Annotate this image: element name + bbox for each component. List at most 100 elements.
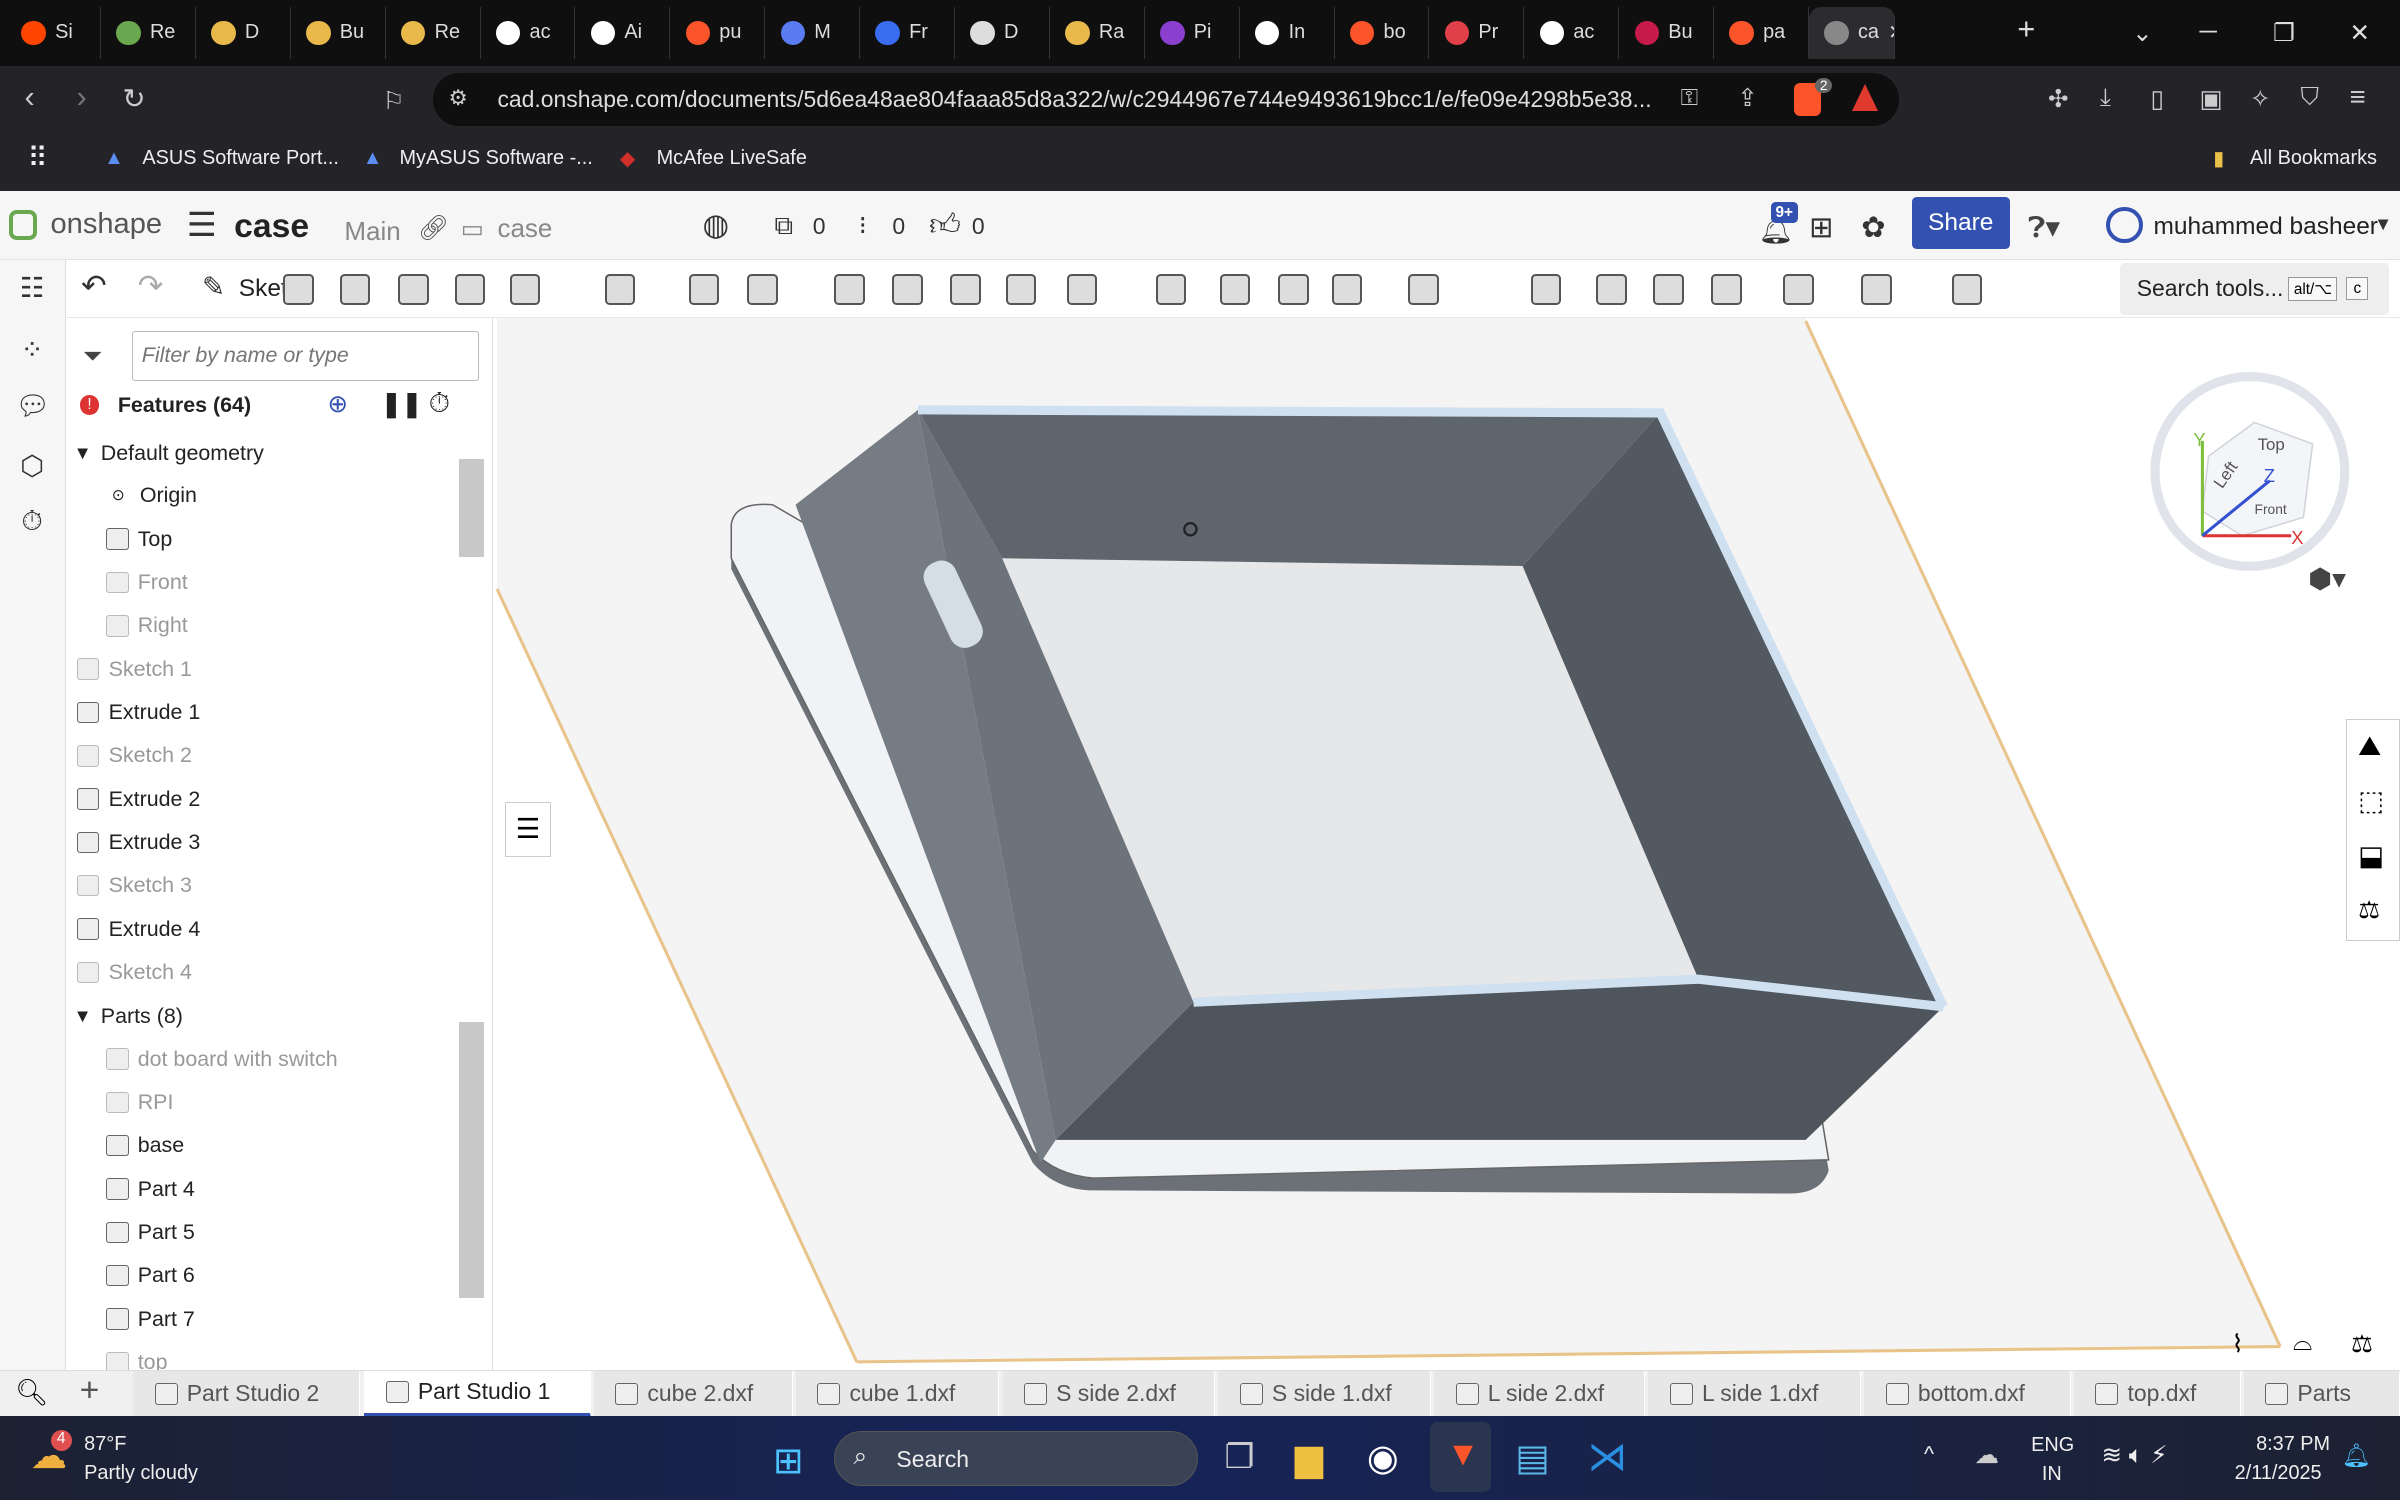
onedrive-icon[interactable]: ☁ bbox=[1974, 1440, 1998, 1470]
balance-icon[interactable]: ⚖ bbox=[2351, 1329, 2373, 1359]
feature-tool-icon[interactable] bbox=[1278, 273, 1309, 305]
sidebar-icon[interactable]: ▯ bbox=[2150, 84, 2163, 114]
browser-tab[interactable]: Pi bbox=[1145, 6, 1240, 59]
extensions-icon[interactable]: ✣ bbox=[2048, 84, 2069, 114]
feature-tool-icon[interactable] bbox=[397, 273, 429, 305]
all-bookmarks[interactable]: All Bookmarks bbox=[2250, 147, 2377, 170]
folder-label[interactable]: case bbox=[497, 213, 552, 244]
parts-group[interactable]: ▼ Parts (8) bbox=[73, 995, 182, 1038]
document-tab[interactable]: cube 2.dxf bbox=[593, 1370, 793, 1417]
feature-tool-icon[interactable] bbox=[1653, 273, 1684, 305]
clock-date[interactable]: 2/11/2025 bbox=[2235, 1462, 2322, 1485]
mass-properties-icon[interactable]: ⚖ bbox=[2358, 895, 2380, 925]
search-tabs-icon[interactable]: 🔍︎ bbox=[15, 1377, 48, 1408]
document-tab[interactable]: Part Studio 2 bbox=[133, 1370, 360, 1417]
browser-tab[interactable]: In bbox=[1240, 6, 1335, 59]
pause-icon[interactable]: ❚❚ bbox=[381, 389, 422, 419]
avatar[interactable] bbox=[2106, 206, 2143, 244]
document-tab[interactable]: S side 2.dxf bbox=[1002, 1370, 1216, 1417]
browser-tab[interactable]: Bu bbox=[291, 6, 386, 59]
language-label[interactable]: ENG bbox=[2031, 1434, 2074, 1457]
browser-tab[interactable]: Ai bbox=[575, 6, 671, 59]
reload-icon[interactable]: ↻ bbox=[122, 83, 145, 115]
feature-item[interactable]: Sketch 4 bbox=[76, 951, 192, 994]
add-folder-icon[interactable]: ⊕ bbox=[328, 389, 349, 419]
document-tab[interactable]: Parts bbox=[2243, 1370, 2400, 1417]
browser-tab[interactable]: ac bbox=[1524, 6, 1620, 59]
key-icon[interactable]: ⚿ bbox=[1681, 84, 1698, 111]
file-explorer-icon[interactable]: ▆ bbox=[1295, 1436, 1323, 1479]
part-item[interactable]: Part 4 bbox=[105, 1168, 195, 1211]
feature-tool-icon[interactable] bbox=[454, 273, 486, 305]
feature-tool-icon[interactable] bbox=[604, 273, 636, 305]
wifi-volume-battery-icons[interactable]: ≋ 🔈︎ ⚡︎ bbox=[2102, 1440, 2168, 1470]
browser-tab[interactable]: Re bbox=[101, 6, 196, 59]
browser-tab[interactable]: M bbox=[765, 6, 861, 59]
feature-tool-icon[interactable] bbox=[1783, 273, 1814, 305]
versions-icon[interactable]: ⧉ bbox=[774, 210, 793, 242]
document-tab[interactable]: S side 1.dxf bbox=[1218, 1370, 1432, 1417]
document-tab[interactable]: L side 2.dxf bbox=[1434, 1370, 1646, 1417]
browser-tab[interactable]: Fr bbox=[860, 6, 956, 59]
document-tab[interactable]: cube 1.dxf bbox=[795, 1370, 1000, 1417]
url-input[interactable]: cad.onshape.com/documents/5d6ea48ae804fa… bbox=[433, 73, 1900, 126]
browser-tab[interactable]: Re bbox=[386, 6, 481, 59]
default-geometry-group[interactable]: ▼ Default geometry bbox=[73, 432, 263, 475]
feature-tool-icon[interactable] bbox=[1408, 273, 1439, 305]
feature-tool-icon[interactable] bbox=[339, 273, 371, 305]
bookmark-icon[interactable]: ⚐ bbox=[383, 86, 405, 116]
browser-tab[interactable]: Ra bbox=[1050, 6, 1145, 59]
new-tab-button[interactable]: + bbox=[2017, 12, 2035, 47]
feature-tool-icon[interactable] bbox=[1331, 273, 1363, 305]
brave-taskbar-icon[interactable]: ▼ bbox=[1429, 1421, 1491, 1493]
add-tab-button[interactable]: + bbox=[80, 1372, 100, 1410]
menu-icon[interactable]: ≡ bbox=[2349, 81, 2365, 113]
bookmark-asus-software[interactable]: ASUS Software Port... bbox=[142, 147, 339, 170]
branch-label[interactable]: Main bbox=[344, 216, 400, 247]
document-tab[interactable]: Part Studio 1 bbox=[364, 1370, 591, 1417]
document-tab[interactable]: top.dxf bbox=[2073, 1370, 2241, 1417]
feature-item[interactable]: Front bbox=[105, 561, 188, 604]
parts-scrollbar[interactable] bbox=[458, 998, 486, 1365]
part-item[interactable]: Part 5 bbox=[105, 1211, 195, 1254]
feature-tool-icon[interactable] bbox=[1530, 273, 1562, 305]
forward-icon[interactable]: › bbox=[77, 80, 87, 115]
vscode-icon[interactable]: ⋊ bbox=[1587, 1434, 1627, 1480]
graphics-viewport[interactable]: ☰ Top Left Front X Y Z ⬢▾ ⛰ ⬚ ⬓ ⚖ ⌇ ⌓ ⚖ bbox=[494, 318, 2400, 1370]
brave-rewards-icon[interactable] bbox=[1852, 84, 1879, 112]
section-view-icon[interactable]: ⬚ bbox=[2358, 785, 2384, 817]
browser-tab[interactable]: Si bbox=[6, 6, 101, 59]
feature-tool-icon[interactable] bbox=[509, 273, 541, 305]
browser-tab[interactable]: Pr bbox=[1429, 6, 1525, 59]
feature-item[interactable]: Sketch 3 bbox=[76, 864, 192, 907]
explode-icon[interactable]: ⬓ bbox=[2358, 840, 2384, 872]
share-button[interactable]: Share bbox=[1911, 197, 2010, 250]
variables-icon[interactable]: ⁘ bbox=[15, 334, 49, 365]
restore-button[interactable]: ❐ bbox=[2273, 18, 2295, 48]
feature-item[interactable]: Extrude 1 bbox=[76, 691, 200, 734]
document-title[interactable]: case bbox=[234, 208, 309, 246]
feature-tool-icon[interactable] bbox=[1005, 273, 1037, 305]
feature-tool-icon[interactable] bbox=[834, 273, 865, 305]
part-item[interactable]: dot board with switch bbox=[105, 1038, 338, 1081]
region-label[interactable]: IN bbox=[2042, 1463, 2062, 1486]
feature-tool-icon[interactable] bbox=[283, 273, 314, 305]
tab-search-chevron-icon[interactable]: ⌄ bbox=[2132, 18, 2153, 48]
undo-icon[interactable]: ↶ bbox=[81, 269, 107, 304]
feature-tool-icon[interactable] bbox=[1596, 273, 1628, 305]
feature-item[interactable]: Extrude 4 bbox=[76, 908, 200, 951]
notification-bell-icon[interactable]: 🔔︎ bbox=[2342, 1442, 2371, 1469]
feature-tool-icon[interactable] bbox=[1951, 273, 1983, 305]
part-item[interactable]: Part 6 bbox=[105, 1254, 195, 1297]
bookmark-mcafee[interactable]: McAfee LiveSafe bbox=[657, 147, 807, 170]
browser-tab[interactable]: D bbox=[955, 6, 1050, 59]
list-toggle-icon[interactable]: ☰ bbox=[505, 802, 551, 858]
apps-grid-icon[interactable]: ⠿ bbox=[28, 142, 48, 174]
feature-tool-icon[interactable] bbox=[892, 273, 923, 305]
part-item[interactable]: base bbox=[105, 1124, 184, 1167]
feature-tool-icon[interactable] bbox=[1711, 273, 1742, 305]
history-icon[interactable]: ⁝ bbox=[859, 210, 867, 241]
part-item[interactable]: Part 7 bbox=[105, 1298, 195, 1341]
app-store-icon[interactable]: ⊞ bbox=[1809, 210, 1833, 245]
feature-tool-icon[interactable] bbox=[1219, 273, 1251, 305]
